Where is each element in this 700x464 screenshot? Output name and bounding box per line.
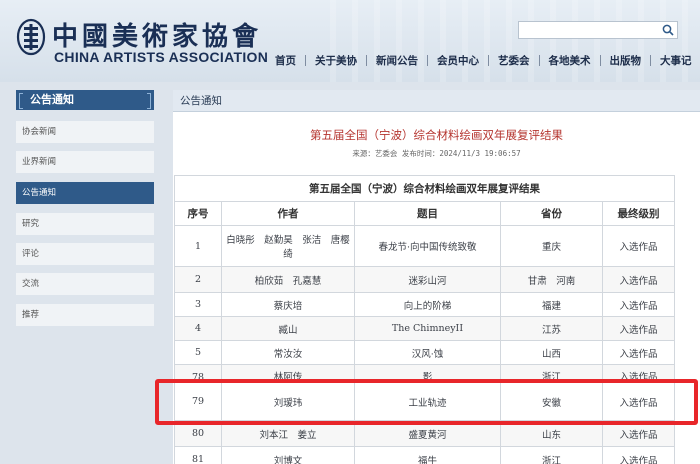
nav-item-5[interactable]: 各地美术 [540, 53, 600, 68]
table-cell: 春龙节·向中国传统致敬 [354, 225, 501, 267]
table-header: 序号 [174, 201, 222, 226]
table-cell: 江苏 [500, 316, 603, 341]
table-header: 作者 [221, 201, 355, 226]
table-cell: 柏欣茹 孔嘉慧 [221, 266, 355, 293]
sidebar-item-3[interactable]: 研究 [16, 213, 154, 235]
nav-item-3[interactable]: 会员中心 [428, 53, 488, 68]
table-row: 81 刘博文 福牛 浙江 入选作品 [174, 446, 675, 464]
sidebar-item-4[interactable]: 评论 [16, 243, 154, 265]
table-cell: 迷彩山河 [354, 266, 501, 293]
table-header: 省份 [500, 201, 603, 226]
article-meta: 来源：艺委会 发布时间：2024/11/3 19:06:57 [352, 149, 521, 158]
sidebar-item-5[interactable]: 交流 [16, 273, 154, 295]
table-cell: 汉风·蚀 [354, 340, 501, 365]
nav-item-0[interactable]: 首页 [266, 53, 305, 68]
table-cell: 入选作品 [602, 316, 675, 341]
table-cell: 4 [174, 316, 222, 341]
nav-item-1[interactable]: 关于美协 [306, 53, 366, 68]
table-cell: 浙江 [500, 446, 603, 464]
table-row: 2 柏欣茹 孔嘉慧 迷彩山河 甘肃 河南 入选作品 [174, 266, 675, 293]
table-row: 5 常汝汝 汉风·蚀 山西 入选作品 [174, 340, 675, 365]
article-title: 第五届全国（宁波）综合材料绘画双年展复评结果 [310, 128, 563, 142]
table-cell: 重庆 [500, 225, 603, 267]
table-cell: The ChimneyII [354, 316, 501, 341]
table-cell: 向上的阶梯 [354, 292, 501, 317]
highlight-box [155, 379, 698, 425]
search-icon[interactable] [662, 24, 674, 36]
table-cell: 甘肃 河南 [500, 266, 603, 293]
sidebar-item-0[interactable]: 协会新闻 [16, 121, 154, 143]
section-title: 公告通知 [173, 90, 700, 112]
table-cell: 刘博文 [221, 446, 355, 464]
caa-emblem-icon[interactable] [16, 18, 46, 56]
table-cell: 1 [174, 225, 222, 267]
table-cell: 入选作品 [602, 266, 675, 293]
table-header-row: 序号 作者 题目 省份 最终级别 [174, 201, 675, 226]
nav-item-4[interactable]: 艺委会 [489, 53, 539, 68]
table-row: 1 白晓彤 赵勤昊 张洁 唐樱绮 春龙节·向中国传统致敬 重庆 入选作品 [174, 225, 675, 267]
table-cell: 臧山 [221, 316, 355, 341]
table-cell: 入选作品 [602, 225, 675, 267]
nav-item-7[interactable]: 大事记 [651, 53, 700, 68]
main-nav: 首页 关于美协 新闻公告 会员中心 艺委会 各地美术 出版物 大事记 [266, 50, 700, 70]
table-cell: 常汝汝 [221, 340, 355, 365]
table-header: 最终级别 [602, 201, 675, 226]
table-caption: 第五届全国（宁波）综合材料绘画双年展复评结果 [174, 175, 675, 202]
site-name-cn[interactable]: 中國美術家協會 [52, 16, 262, 53]
nav-item-6[interactable]: 出版物 [601, 53, 651, 68]
site-header: 中國美術家協會 CHINA ARTISTS ASSOCIATION 首页 关于美协… [0, 0, 700, 82]
table-cell: 81 [174, 446, 222, 464]
table-row: 3 蔡庆培 向上的阶梯 福建 入选作品 [174, 292, 675, 317]
table-cell: 山西 [500, 340, 603, 365]
sidebar-item-6[interactable]: 推荐 [16, 304, 154, 326]
sidebar-item-1[interactable]: 业界新闻 [16, 151, 154, 173]
nav-item-2[interactable]: 新闻公告 [367, 53, 427, 68]
table-cell: 3 [174, 292, 222, 317]
table-cell: 福建 [500, 292, 603, 317]
sidebar-title: 公告通知 [16, 90, 154, 110]
table-cell: 白晓彤 赵勤昊 张洁 唐樱绮 [221, 225, 355, 267]
table-row: 4 臧山 The ChimneyII 江苏 入选作品 [174, 316, 675, 341]
table-cell: 入选作品 [602, 446, 675, 464]
table-cell: 入选作品 [602, 292, 675, 317]
sidebar-item-2[interactable]: 公告通知 [16, 182, 154, 204]
table-cell: 福牛 [354, 446, 501, 464]
table-cell: 5 [174, 340, 222, 365]
table-cell: 蔡庆培 [221, 292, 355, 317]
table-cell: 2 [174, 266, 222, 293]
table-cell: 入选作品 [602, 340, 675, 365]
site-name-en[interactable]: CHINA ARTISTS ASSOCIATION [54, 49, 268, 65]
search-box[interactable] [518, 21, 678, 39]
table-header: 题目 [354, 201, 501, 226]
